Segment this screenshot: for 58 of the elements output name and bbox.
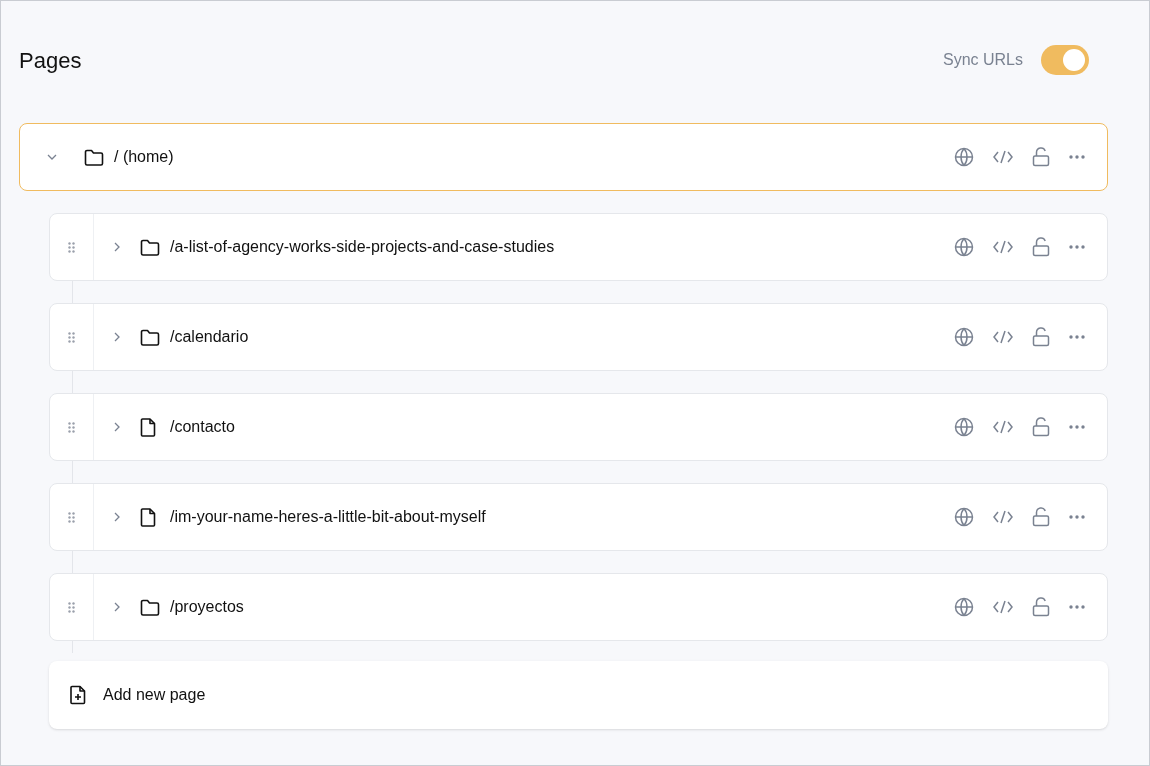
drag-handle-icon[interactable] bbox=[68, 421, 75, 433]
globe-icon[interactable] bbox=[954, 327, 974, 347]
more-options-icon[interactable] bbox=[1069, 515, 1085, 519]
chevron-right-icon[interactable] bbox=[114, 242, 120, 252]
more-options-icon[interactable] bbox=[1069, 155, 1085, 159]
page-row[interactable]: /proyectos bbox=[49, 573, 1108, 641]
chevron-right-icon[interactable] bbox=[114, 512, 120, 522]
page-title: Pages bbox=[19, 46, 82, 75]
page-path: /im-your-name-heres-a-little-bit-about-myself bbox=[170, 507, 486, 527]
code-icon[interactable] bbox=[993, 240, 1013, 254]
unlocked-padlock-icon[interactable] bbox=[1032, 147, 1050, 167]
page-path: /calendario bbox=[170, 327, 249, 347]
globe-icon[interactable] bbox=[954, 417, 974, 437]
drag-handle-icon[interactable] bbox=[68, 601, 75, 613]
chevron-right-icon[interactable] bbox=[114, 422, 120, 432]
page-row[interactable]: / (home) bbox=[19, 123, 1108, 191]
drag-handle-icon[interactable] bbox=[68, 511, 75, 523]
code-icon[interactable] bbox=[993, 330, 1013, 344]
code-icon[interactable] bbox=[993, 510, 1013, 524]
page-row[interactable]: /contacto bbox=[49, 393, 1108, 461]
unlocked-padlock-icon[interactable] bbox=[1032, 327, 1050, 347]
page-path: /proyectos bbox=[170, 597, 244, 617]
more-options-icon[interactable] bbox=[1069, 605, 1085, 609]
globe-icon[interactable] bbox=[954, 147, 974, 167]
drag-handle-icon[interactable] bbox=[68, 331, 75, 343]
sync-urls-toggle[interactable] bbox=[1041, 45, 1089, 75]
more-options-icon[interactable] bbox=[1069, 425, 1085, 429]
chevron-right-icon[interactable] bbox=[114, 332, 120, 342]
page-path: / (home) bbox=[114, 147, 174, 167]
folder-icon bbox=[140, 598, 160, 616]
page-path: /contacto bbox=[170, 417, 235, 437]
globe-icon[interactable] bbox=[954, 507, 974, 527]
unlocked-padlock-icon[interactable] bbox=[1032, 237, 1050, 257]
chevron-down-icon[interactable] bbox=[47, 154, 57, 160]
file-icon bbox=[140, 417, 156, 437]
globe-icon[interactable] bbox=[954, 237, 974, 257]
unlocked-padlock-icon[interactable] bbox=[1032, 507, 1050, 527]
drag-handle-icon[interactable] bbox=[68, 241, 75, 253]
add-file-icon bbox=[69, 685, 87, 705]
sync-urls-label: Sync URLs bbox=[942, 50, 1023, 70]
add-new-page-button[interactable]: Add new page bbox=[49, 661, 1108, 729]
page-row[interactable]: /a-list-of-agency-works-side-projects-and-case-studies bbox=[49, 213, 1108, 281]
folder-icon bbox=[84, 148, 104, 166]
code-icon[interactable] bbox=[993, 420, 1013, 434]
unlocked-padlock-icon[interactable] bbox=[1032, 417, 1050, 437]
unlocked-padlock-icon[interactable] bbox=[1032, 597, 1050, 617]
page-path: /a-list-of-agency-works-side-projects-and-case-studies bbox=[170, 237, 555, 257]
folder-icon bbox=[140, 328, 160, 346]
globe-icon[interactable] bbox=[954, 597, 974, 617]
folder-icon bbox=[140, 238, 160, 256]
page-row[interactable]: /calendario bbox=[49, 303, 1108, 371]
code-icon[interactable] bbox=[993, 600, 1013, 614]
more-options-icon[interactable] bbox=[1069, 335, 1085, 339]
page-row[interactable]: /im-your-name-heres-a-little-bit-about-myself bbox=[49, 483, 1108, 551]
more-options-icon[interactable] bbox=[1069, 245, 1085, 249]
chevron-right-icon[interactable] bbox=[114, 602, 120, 612]
code-icon[interactable] bbox=[993, 150, 1013, 164]
file-icon bbox=[140, 507, 156, 527]
